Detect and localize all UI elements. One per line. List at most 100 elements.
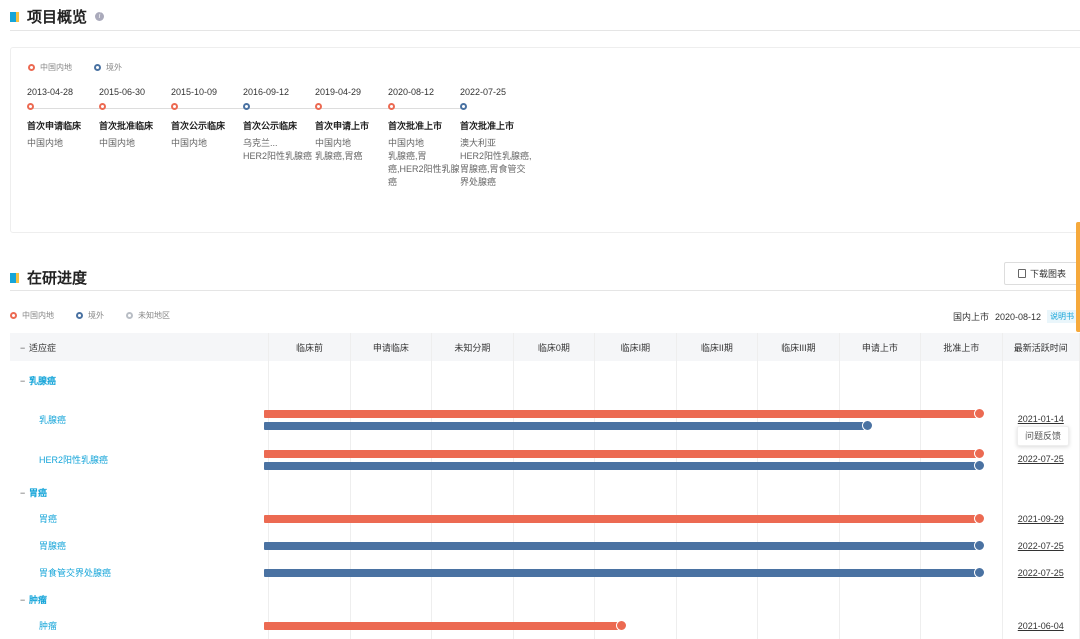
overview-header: 项目概览 i: [10, 6, 105, 27]
timeline-dot: [99, 103, 106, 110]
indication-name[interactable]: 乳腺癌: [10, 415, 66, 425]
timeline-title: 首次批准上市: [388, 121, 443, 131]
group-name[interactable]: 肿瘤: [29, 595, 47, 605]
timeline-desc: 中国内地 乳腺癌,胃癌,HER2阳性乳腺癌: [388, 138, 460, 187]
timeline-title: 首次公示临床: [171, 121, 226, 131]
timeline-date: 2019-04-29: [315, 87, 362, 97]
progress-bar[interactable]: [264, 620, 627, 631]
legend-item-unknown: 未知地区: [126, 310, 170, 321]
timeline-item: 2013-04-28 首次申请临床 中国内地: [27, 87, 99, 150]
latest-active-date[interactable]: 2022-07-25: [1018, 541, 1064, 551]
timeline-dot: [27, 103, 34, 110]
collapse-all-icon[interactable]: −: [10, 343, 29, 353]
feedback-button[interactable]: 问题反馈: [1017, 426, 1069, 446]
collapse-icon[interactable]: −: [10, 488, 29, 498]
timeline-desc: 中国内地: [99, 138, 136, 148]
indication-name[interactable]: 胃腺癌: [10, 541, 66, 551]
progress-header: 在研进度: [10, 267, 87, 288]
legend-item-overseas: 境外: [76, 310, 104, 321]
manual-link[interactable]: 说明书: [1047, 310, 1078, 323]
timeline-desc: 乌克兰... HER2阳性乳腺癌: [243, 138, 313, 161]
timeline-desc: 中国内地: [171, 138, 208, 148]
china-flag-icon: [974, 513, 985, 524]
launch-label: 国内上市: [953, 312, 990, 322]
progress-bar[interactable]: [264, 460, 985, 471]
progress-bar[interactable]: [264, 540, 985, 551]
legend-item-mainland: 中国内地: [28, 62, 72, 73]
column-header: 临床II期: [676, 333, 759, 361]
column-header: 临床III期: [757, 333, 840, 361]
overview-legend: 中国内地 境外: [28, 62, 122, 73]
collapse-icon[interactable]: −: [10, 376, 29, 386]
column-header[interactable]: − 适应症: [10, 333, 270, 361]
progress-bar[interactable]: [264, 448, 985, 459]
latest-active-date[interactable]: 2021-09-29: [1018, 514, 1064, 524]
group-row[interactable]: − 乳腺癌: [10, 361, 1080, 399]
timeline-title: 首次申请上市: [315, 121, 370, 131]
timeline-item: 2016-09-12 首次公示临床乌克兰... HER2阳性乳腺癌: [243, 87, 315, 163]
column-header: 临床前: [268, 333, 351, 361]
globe-icon: [974, 567, 985, 578]
timeline-date: 2022-07-25: [460, 87, 507, 97]
timeline-dot: [171, 103, 178, 110]
group-name[interactable]: 胃癌: [29, 488, 47, 498]
timeline-date: 2015-06-30: [99, 87, 146, 97]
timeline-title: 首次批准上市: [460, 121, 515, 131]
progress-bar[interactable]: [264, 513, 985, 524]
timeline-desc: 中国内地 乳腺癌,胃癌: [315, 138, 363, 161]
progress-bar[interactable]: [264, 567, 985, 578]
indication-name[interactable]: 胃癌: [10, 514, 57, 524]
domestic-launch-info: 国内上市 2020-08-12 说明书: [953, 310, 1078, 323]
column-header: 临床I期: [594, 333, 677, 361]
china-flag-icon: [974, 408, 985, 419]
indication-name[interactable]: 胃食管交界处腺癌: [10, 568, 111, 578]
timeline-date: 2013-04-28: [27, 87, 74, 97]
timeline-desc: 中国内地: [27, 138, 64, 148]
timeline-dot: [243, 103, 250, 110]
overview-title: 项目概览: [27, 9, 88, 26]
timeline-dot: [315, 103, 322, 110]
latest-active-date[interactable]: 2022-07-25: [1018, 568, 1064, 578]
divider: [10, 290, 1080, 291]
timeline-title: 首次公示临床: [243, 121, 298, 131]
timeline-item: 2015-06-30 首次批准临床 中国内地: [99, 87, 171, 150]
column-header: 临床0期: [513, 333, 596, 361]
latest-active-date[interactable]: 2021-06-04: [1018, 621, 1064, 631]
legend-item-overseas: 境外: [94, 62, 122, 73]
timeline-desc: 澳大利亚 HER2阳性乳腺癌,胃腺癌,胃食管交界处腺癌: [460, 138, 532, 187]
collapse-icon[interactable]: −: [10, 595, 29, 605]
group-row[interactable]: − 肿瘤: [10, 586, 1080, 612]
timeline-item: 2019-04-29 首次申请上市中国内地 乳腺癌,胃癌: [315, 87, 387, 163]
indication-name[interactable]: HER2阳性乳腺癌: [10, 455, 108, 465]
latest-active-date[interactable]: 2021-01-14: [1018, 414, 1064, 424]
timeline-date: 2020-08-12: [388, 87, 435, 97]
table-row[interactable]: 乳腺癌 2021-01-14: [10, 399, 1080, 439]
latest-active-date[interactable]: 2022-07-25: [1018, 454, 1064, 464]
table-row[interactable]: HER2阳性乳腺癌 2022-07-25: [10, 439, 1080, 479]
timeline-title: 首次批准临床: [99, 121, 154, 131]
document-icon: [1017, 269, 1026, 278]
side-tab[interactable]: [1076, 222, 1080, 332]
globe-icon: [862, 420, 873, 431]
timeline-date: 2015-10-09: [171, 87, 218, 97]
timeline-item: 2022-07-25 首次批准上市澳大利亚 HER2阳性乳腺癌,胃腺癌,胃食管交界…: [460, 87, 532, 189]
legend-item-mainland: 中国内地: [10, 310, 54, 321]
timeline-item: 2020-08-12 首次批准上市中国内地 乳腺癌,胃癌,HER2阳性乳腺癌: [388, 87, 460, 189]
group-name[interactable]: 乳腺癌: [29, 376, 56, 386]
progress-bar[interactable]: [264, 408, 985, 419]
progress-bar[interactable]: [264, 420, 873, 431]
section-marker: [10, 11, 19, 22]
china-flag-icon: [974, 448, 985, 459]
section-marker: [10, 272, 19, 283]
group-row[interactable]: − 胃癌: [10, 479, 1080, 505]
timeline-title: 首次申请临床: [27, 121, 82, 131]
info-icon[interactable]: i: [95, 12, 105, 21]
table-header: − 适应症 临床前 申请临床 未知分期 临床0期 临床I期 临床II期 临床III期 申请上市 批准…: [10, 333, 1080, 361]
indication-name[interactable]: 肿瘤: [10, 621, 57, 631]
column-header: 申请临床: [350, 333, 433, 361]
download-chart-button[interactable]: 下载图表: [1004, 262, 1080, 285]
column-header: 最新活跃时间: [1002, 333, 1080, 361]
timeline-date: 2016-09-12: [243, 87, 290, 97]
progress-legend: 中国内地 境外 未知地区: [10, 310, 170, 321]
globe-icon: [974, 540, 985, 551]
